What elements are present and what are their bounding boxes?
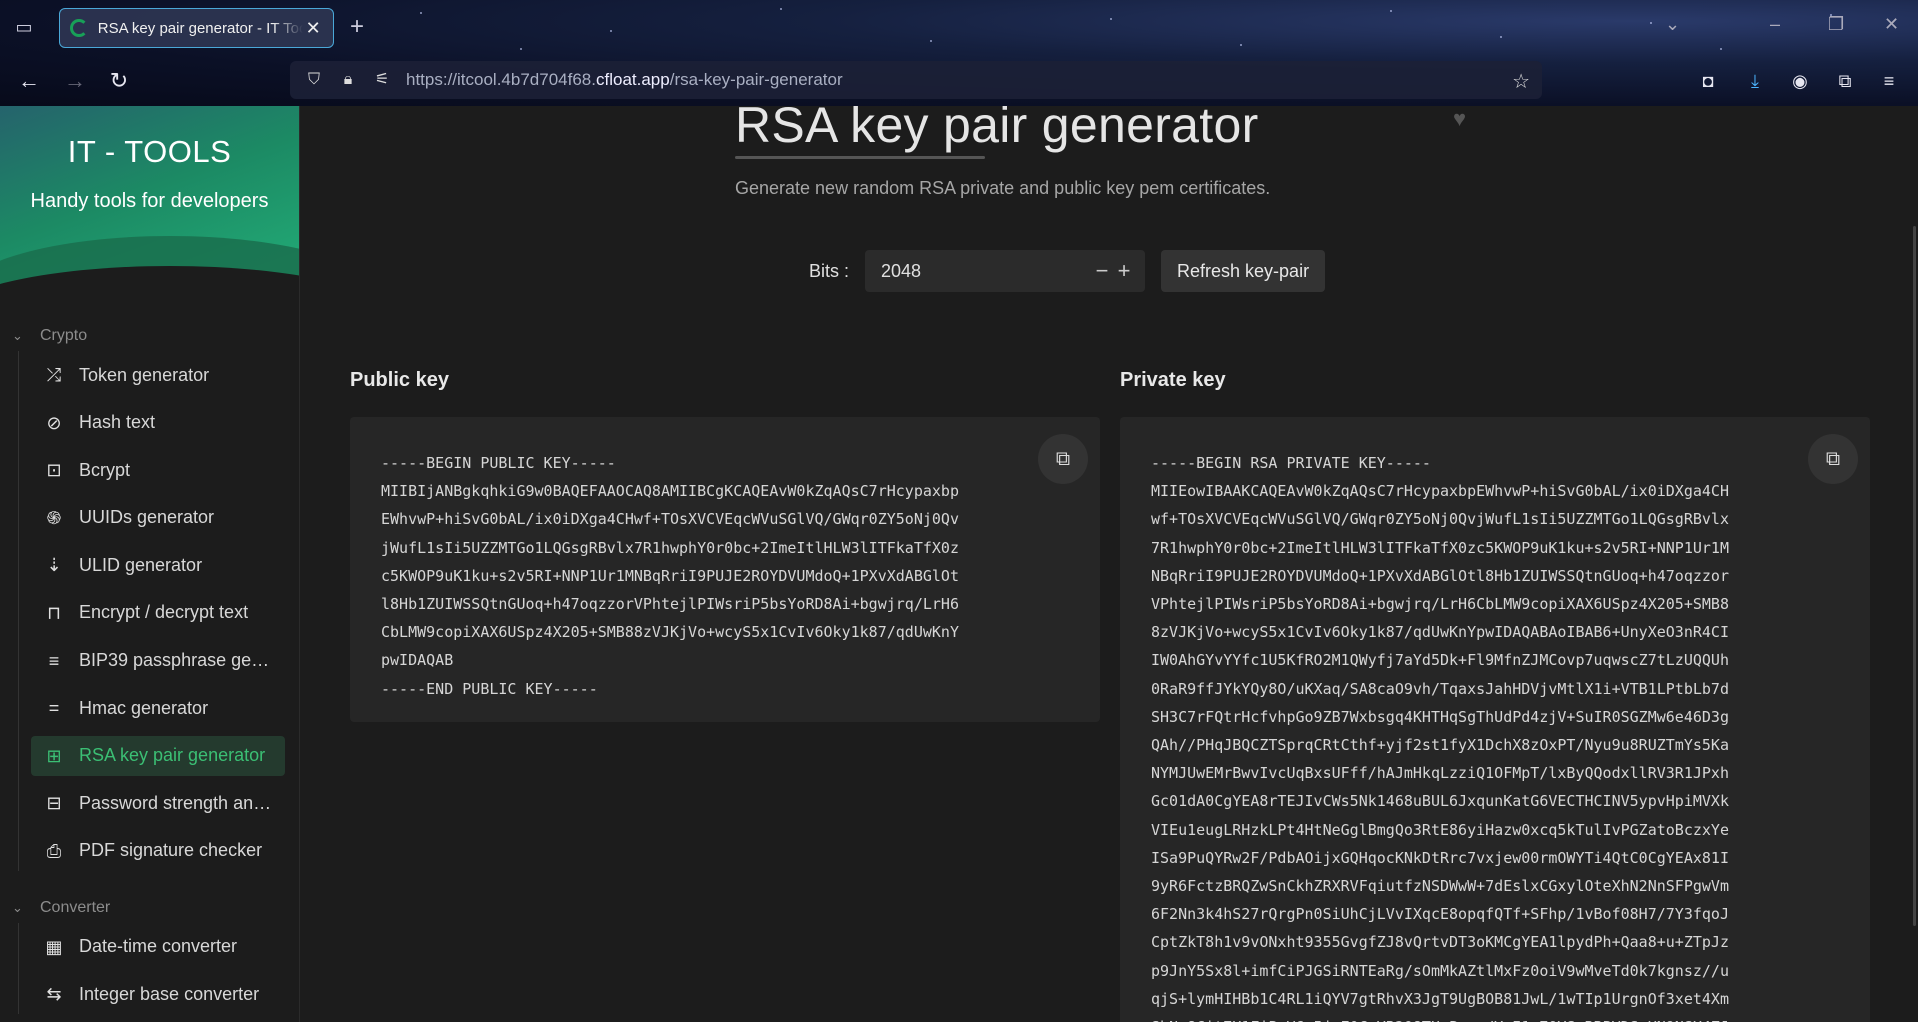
tab-list-icon[interactable]: ▭: [12, 15, 36, 39]
sidebar-item-label: Date-time converter: [79, 936, 238, 957]
crypto-items: ⤮ Token generator ⊘ Hash text ⊡ Bcrypt ֍ UUI…: [18, 351, 299, 871]
tab-active[interactable]: RSA key pair generator - IT Tools ✕: [59, 8, 334, 48]
new-tab-icon[interactable]: +: [350, 14, 364, 40]
converter-items: ▦ Date-time converter ⇆ Integer base conve…: [18, 922, 299, 1015]
public-key-title: Public key: [350, 369, 449, 391]
sidebar-item-hmac-generator[interactable]: = Hmac generator: [31, 688, 285, 728]
sidebar-item-label: Encrypt / decrypt text: [79, 602, 249, 623]
nav-bar: ← → ↻ ⛉ 🔒︎ ⚟ https://itcool.4b7d704f68.c…: [0, 58, 1918, 104]
sidebar-item-pdf-signature[interactable]: ⎙ PDF signature checker: [31, 831, 285, 871]
group-converter[interactable]: ⌄ Converter: [0, 893, 299, 923]
fingerprint-icon: ֍: [46, 507, 62, 528]
tab-title: RSA key pair generator - IT Tools: [97, 19, 304, 37]
lock-icon: ⊓: [46, 602, 62, 623]
group-label: Converter: [40, 898, 111, 916]
page-description: Generate new random RSA private and publ…: [735, 178, 1271, 198]
sidebar-item-uuids-generator[interactable]: ֍ UUIDs generator: [31, 498, 285, 538]
certificate-icon: ⊞: [46, 745, 62, 766]
url-bar[interactable]: ⛉ 🔒︎ ⚟ https://itcool.4b7d704f68.cfloat.…: [290, 61, 1542, 99]
close-tab-icon[interactable]: ✕: [303, 18, 323, 39]
eye-off-icon: ⊘: [46, 412, 62, 433]
password-icon: ⊟: [46, 793, 62, 814]
favorite-heart-icon[interactable]: ♥: [1453, 106, 1466, 132]
copy-private-key-icon[interactable]: ⧉: [1808, 434, 1858, 484]
url-text[interactable]: https://itcool.4b7d704f68.cfloat.app/rsa…: [406, 70, 843, 90]
sidebar-item-rsa-key-pair[interactable]: ⊞ RSA key pair generator: [31, 735, 285, 776]
file-certificate-icon: ⎙: [46, 840, 62, 861]
downloads-icon[interactable]: ⤓: [1740, 66, 1770, 96]
sidebar-item-label: Integer base converter: [79, 983, 260, 1004]
copy-public-key-icon[interactable]: ⧉: [1038, 434, 1088, 484]
sidebar-item-label: ULID generator: [79, 554, 203, 575]
sidebar-item-encrypt-decrypt[interactable]: ⊓ Encrypt / decrypt text: [31, 593, 285, 633]
sidebar-item-ulid-generator[interactable]: ⇣ ULID generator: [31, 545, 285, 585]
sidebar-hero[interactable]: IT - TOOLS Handy tools for developers: [0, 106, 299, 301]
app-subtitle: Handy tools for developers: [30, 190, 269, 212]
chevron-down-icon: ⌄: [12, 328, 23, 343]
private-key-text[interactable]: -----BEGIN RSA PRIVATE KEY----- MIIEowIB…: [1120, 417, 1870, 1022]
bits-row: Bits : 2048 − + Refresh key-pair: [809, 250, 1326, 292]
page-title: RSA key pair generator: [735, 106, 1259, 153]
permissions-icon[interactable]: ⚟: [372, 70, 392, 90]
chevron-down-icon[interactable]: ⌄: [1665, 14, 1680, 35]
sidebar-item-hash-text[interactable]: ⊘ Hash text: [31, 403, 285, 443]
group-label: Crypto: [40, 327, 88, 344]
sidebar-item-label: Hmac generator: [79, 697, 209, 718]
main-content: RSA key pair generator ♥ Generate new ra…: [300, 106, 1918, 1022]
sidebar-item-bip39[interactable]: ≡ BIP39 passphrase gener...: [31, 641, 285, 681]
public-key-box[interactable]: -----BEGIN PUBLIC KEY----- MIIBIjANBgkqh…: [350, 417, 1100, 722]
private-key-box[interactable]: -----BEGIN RSA PRIVATE KEY----- MIIEowIB…: [1120, 417, 1870, 1022]
account-icon[interactable]: ◉: [1785, 66, 1815, 96]
pocket-icon[interactable]: ◘: [1693, 66, 1723, 96]
increment-icon[interactable]: +: [1113, 258, 1135, 284]
lock-icon[interactable]: 🔒︎: [338, 70, 358, 90]
back-icon[interactable]: ←: [14, 66, 44, 96]
tab-bar: ▭ RSA key pair generator - IT Tools ✕ + …: [0, 0, 1918, 54]
sidebar-item-label: PDF signature checker: [79, 840, 263, 861]
restore-icon[interactable]: ❐: [1828, 14, 1844, 35]
chevron-down-icon: ⌄: [12, 899, 23, 915]
sidebar-item-date-time-converter[interactable]: ▦ Date-time converter: [31, 927, 285, 967]
window-close-icon[interactable]: ✕: [1884, 14, 1899, 35]
sidebar-item-integer-base-converter[interactable]: ⇆ Integer base converter: [31, 974, 285, 1014]
align-justified-icon: ≡: [48, 650, 60, 671]
sidebar-item-label: RSA key pair generator: [79, 745, 266, 766]
refresh-key-pair-button[interactable]: Refresh key-pair: [1161, 250, 1326, 292]
sort-numeric-icon: ⇣: [46, 555, 62, 576]
bits-input[interactable]: 2048 − +: [865, 250, 1146, 292]
minimize-icon[interactable]: –: [1770, 14, 1780, 35]
sidebar: IT - TOOLS Handy tools for developers ⌄ …: [0, 106, 300, 1022]
title-underline: [735, 156, 985, 159]
sidebar-item-label: Password strength analy...: [79, 792, 279, 813]
sidebar-item-token-generator[interactable]: ⤮ Token generator: [31, 355, 285, 395]
favicon-icon: [70, 19, 88, 37]
sidebar-item-label: Bcrypt: [79, 459, 131, 480]
arrows-left-right-icon: ⇆: [46, 984, 62, 1005]
short-text-icon: =: [48, 698, 60, 719]
menu-icon[interactable]: ≡: [1874, 66, 1904, 96]
sidebar-item-label: BIP39 passphrase gener...: [79, 650, 279, 671]
app-title: IT - TOOLS: [67, 134, 232, 169]
forward-icon[interactable]: →: [60, 66, 90, 96]
sidebar-item-label: Token generator: [79, 364, 210, 385]
shuffle-icon: ⤮: [46, 365, 62, 385]
sidebar-item-bcrypt[interactable]: ⊡ Bcrypt: [31, 450, 285, 490]
public-key-text[interactable]: -----BEGIN PUBLIC KEY----- MIIBIjANBgkqh…: [350, 417, 1100, 703]
group-crypto[interactable]: ⌄ Crypto: [0, 321, 299, 351]
browser-chrome: ▭ RSA key pair generator - IT Tools ✕ + …: [0, 0, 1918, 106]
bookmark-star-icon[interactable]: ☆: [1512, 69, 1530, 94]
sidebar-item-label: UUIDs generator: [79, 507, 215, 528]
decrement-icon[interactable]: −: [1091, 258, 1113, 284]
shield-icon[interactable]: ⛉: [304, 70, 324, 90]
reload-icon[interactable]: ↻: [104, 66, 134, 96]
sidebar-item-password-strength[interactable]: ⊟ Password strength analy...: [31, 783, 285, 823]
bits-value[interactable]: 2048: [881, 261, 1091, 282]
sidebar-item-label: Hash text: [79, 412, 156, 433]
calendar-icon: ▦: [45, 936, 63, 957]
private-key-title: Private key: [1120, 369, 1226, 391]
lock-square-icon: ⊡: [46, 460, 62, 481]
extensions-icon[interactable]: ⧉: [1830, 66, 1860, 96]
scrollbar[interactable]: [1913, 226, 1916, 926]
bits-label: Bits :: [809, 260, 850, 281]
